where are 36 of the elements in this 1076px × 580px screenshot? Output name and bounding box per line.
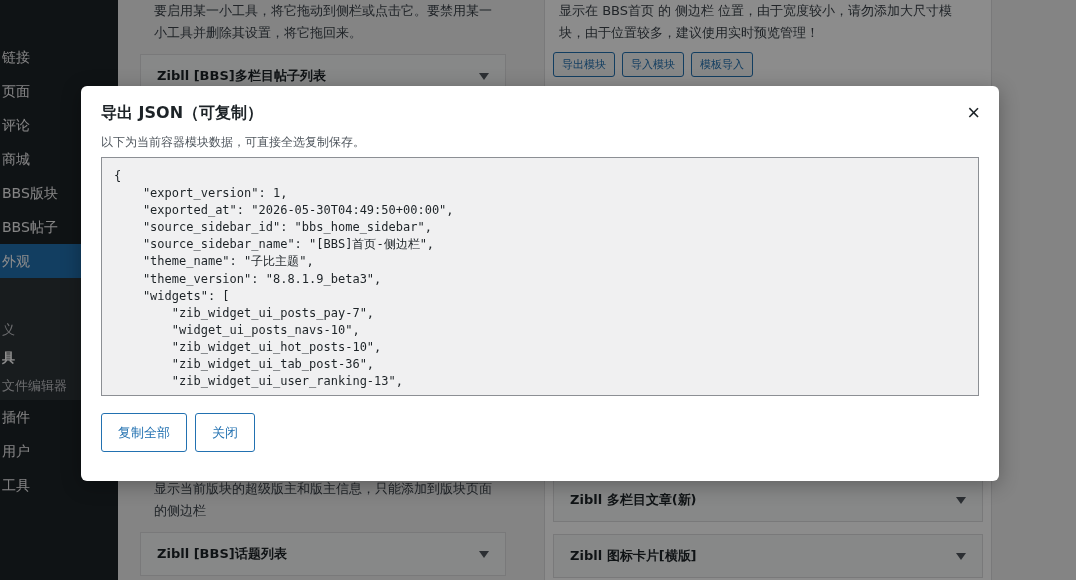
code-line: "widgets": [ — [141, 287, 231, 305]
panel-button[interactable]: 导出模块 — [553, 52, 615, 77]
code-line: { — [114, 168, 123, 185]
code-line: "theme_version": "8.8.1.9_beta3", — [141, 270, 383, 288]
widget-title: Zibll 多栏目文章(新) — [570, 491, 697, 509]
widget-title: Zibll 图标卡片[横版] — [570, 547, 697, 565]
code-line: "theme_name": "子比主题", — [141, 253, 315, 271]
description-text: 显示在 BBS首页 的 侧边栏 位置，由于宽度较小，请勿添加大尺寸模块，由于位置较多，建议使用实时预览管理！ — [558, 2, 954, 42]
description-text: 显示当前版块的超级版主和版主信息，只能添加到版块页面的侧边栏 — [153, 480, 493, 520]
code-line: "exported_at": "2026-05-30T04:49:50+00:00", — [141, 202, 455, 220]
dropdown-arrow-icon — [479, 550, 489, 558]
dialog-button[interactable]: 关闭 — [195, 413, 255, 452]
dropdown-arrow-icon — [956, 552, 966, 560]
code-line: "widget_ui_posts_navs-10", — [170, 321, 361, 339]
dialog-button[interactable]: 复制全部 — [101, 413, 187, 452]
widget-title: Zibll [BBS]话题列表 — [157, 545, 287, 563]
widget-title: Zibll [BBS]多栏目帖子列表 — [157, 67, 326, 85]
code-line: "source_sidebar_name": "[BBS]首页-侧边栏", — [141, 236, 436, 254]
widget-card[interactable]: Zibll 多栏目文章(新) — [553, 478, 983, 522]
code-line: "zib_widget_ui_hot_posts-10", — [170, 338, 383, 356]
code-line: "source_sidebar_id": "bbs_home_sidebar", — [141, 219, 433, 237]
code-line: "zib_widget_ui_tab_post-36", — [170, 356, 376, 374]
dropdown-arrow-icon — [479, 72, 489, 80]
code-line: "zib_widget_ui_posts_pay-7", — [170, 304, 376, 322]
close-button[interactable]: × — [963, 102, 980, 124]
dialog-title: 导出 JSON（可复制） — [101, 102, 264, 124]
dialog-description: 以下为当前容器模块数据，可直接全选复制保存。 — [101, 134, 366, 151]
code-line: "export_version": 1, — [141, 185, 289, 203]
json-text-area[interactable] — [101, 157, 979, 396]
widget-card[interactable]: Zibll [BBS]话题列表 — [140, 532, 506, 576]
panel-button[interactable]: 模板导入 — [691, 52, 753, 77]
dropdown-arrow-icon — [956, 496, 966, 504]
panel-button[interactable]: 导入模块 — [622, 52, 684, 77]
widget-card[interactable]: Zibll 图标卡片[横版] — [553, 534, 983, 578]
sidebar-item[interactable]: 链接 — [0, 40, 118, 74]
code-line: "zib_widget_ui_user_ranking-13", — [170, 373, 404, 391]
